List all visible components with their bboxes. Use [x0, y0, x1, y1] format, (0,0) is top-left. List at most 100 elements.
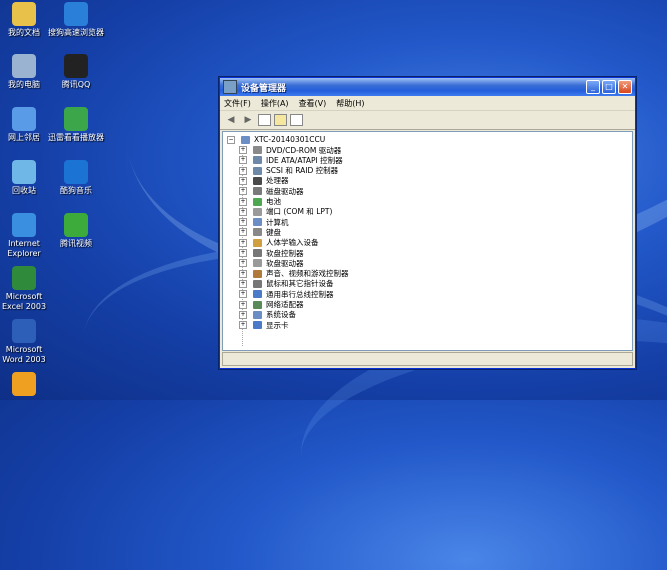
app-icon: [12, 160, 36, 184]
toolbar: ◀ ▶: [220, 111, 635, 130]
expand-icon[interactable]: +: [239, 218, 247, 227]
desktop-icon[interactable]: Microsoft Excel 2003: [0, 266, 52, 312]
desktop-icon[interactable]: 回收站: [0, 160, 52, 196]
device-icon: [253, 238, 262, 247]
expand-icon[interactable]: +: [239, 176, 247, 185]
device-category[interactable]: + 通用串行总线控制器: [239, 289, 334, 299]
expand-icon[interactable]: +: [239, 146, 247, 154]
back-icon[interactable]: ◀: [224, 114, 238, 126]
app-icon: [12, 54, 36, 78]
expand-icon[interactable]: +: [239, 310, 247, 319]
desktop-icon[interactable]: [0, 372, 52, 398]
device-category[interactable]: + 电池: [239, 197, 281, 207]
forward-icon[interactable]: ▶: [241, 114, 255, 126]
device-category[interactable]: + 处理器: [239, 176, 289, 186]
maximize-button[interactable]: □: [602, 80, 616, 94]
close-button[interactable]: ✕: [618, 80, 632, 94]
device-category[interactable]: + 键盘: [239, 227, 281, 237]
device-category[interactable]: + IDE ATA/ATAPI 控制器: [239, 155, 343, 165]
expand-icon[interactable]: +: [239, 238, 247, 247]
expand-icon[interactable]: +: [239, 259, 247, 268]
desktop-icon[interactable]: 我的电脑: [0, 54, 52, 90]
device-category[interactable]: + 网络适配器: [239, 300, 304, 310]
device-category[interactable]: + 人体学输入设备: [239, 238, 319, 248]
desktop-icon[interactable]: Internet Explorer: [0, 213, 52, 259]
desktop-icon[interactable]: 酷狗音乐: [48, 160, 104, 196]
desktop-icon-label: Microsoft Word 2003: [2, 345, 46, 364]
device-icon: [253, 218, 262, 227]
app-icon: [12, 266, 36, 290]
expand-icon[interactable]: +: [239, 290, 247, 299]
menu-help[interactable]: 帮助(H): [336, 98, 364, 109]
device-icon: [253, 269, 262, 278]
device-category[interactable]: + 系统设备: [239, 310, 296, 320]
root-label: XTC-20140301CCU: [254, 135, 326, 144]
device-category[interactable]: + 鼠标和其它指针设备: [239, 279, 334, 289]
device-icon: [253, 156, 262, 165]
device-category[interactable]: + DVD/CD-ROM 驱动器: [239, 145, 341, 155]
device-category[interactable]: + 显示卡: [239, 320, 289, 330]
expand-icon[interactable]: +: [239, 279, 247, 288]
device-category[interactable]: + 软盘控制器: [239, 248, 304, 258]
app-icon: [12, 372, 36, 396]
desktop-icon-label: Internet Explorer: [7, 239, 41, 258]
device-icon: [253, 228, 262, 237]
device-icon: [253, 197, 262, 206]
device-icon: [253, 279, 262, 288]
menu-action[interactable]: 操作(A): [261, 98, 289, 109]
desktop-icon[interactable]: 腾讯QQ: [48, 54, 104, 90]
device-icon: [253, 310, 262, 319]
app-icon: [64, 2, 88, 26]
desktop-icon[interactable]: Microsoft Word 2003: [0, 319, 52, 365]
expand-icon[interactable]: +: [239, 269, 247, 278]
device-category[interactable]: + 软盘驱动器: [239, 258, 304, 268]
app-icon: [12, 213, 36, 237]
app-icon: [64, 107, 88, 131]
expand-icon[interactable]: +: [239, 249, 247, 257]
title-bar[interactable]: 设备管理器 _ □ ✕: [220, 78, 635, 96]
desktop-icon-label: 我的电脑: [8, 80, 40, 89]
desktop-icon[interactable]: 搜狗高速浏览器: [48, 2, 104, 38]
device-category-label: 显示卡: [266, 320, 289, 330]
collapse-icon[interactable]: −: [227, 135, 235, 144]
desktop-icon-label: 腾讯视频: [60, 239, 92, 248]
device-category[interactable]: + 声音、视频和游戏控制器: [239, 269, 349, 279]
device-category[interactable]: + 计算机: [239, 217, 289, 227]
device-icon: [253, 176, 262, 185]
device-category[interactable]: + SCSI 和 RAID 控制器: [239, 166, 338, 176]
app-icon: [12, 2, 36, 26]
device-category[interactable]: + 磁盘驱动器: [239, 186, 304, 196]
device-icon: [253, 321, 262, 330]
app-icon: [64, 54, 88, 78]
device-icon: [253, 187, 262, 196]
desktop-icon[interactable]: 迅雷看看播放器: [48, 107, 104, 143]
expand-icon[interactable]: +: [239, 197, 247, 206]
desktop-icon[interactable]: 腾讯视频: [48, 213, 104, 249]
tree-root[interactable]: − XTC-20140301CCU: [227, 135, 325, 144]
desktop-icon-label: 搜狗高速浏览器: [48, 28, 104, 37]
expand-icon[interactable]: +: [239, 187, 247, 196]
expand-icon[interactable]: +: [239, 300, 247, 309]
device-manager-window[interactable]: 设备管理器 _ □ ✕ 文件(F) 操作(A) 查看(V) 帮助(H) ◀ ▶ …: [219, 77, 636, 369]
expand-icon[interactable]: +: [239, 321, 247, 330]
menu-file[interactable]: 文件(F): [224, 98, 251, 109]
device-tree[interactable]: − XTC-20140301CCU + DVD/CD-ROM 驱动器 + IDE AT…: [222, 131, 633, 351]
desktop-icon-label: 腾讯QQ: [61, 80, 91, 89]
expand-icon[interactable]: +: [239, 156, 247, 165]
device-category[interactable]: + 端口 (COM 和 LPT): [239, 207, 332, 217]
minimize-button[interactable]: _: [586, 80, 600, 94]
desktop-icon[interactable]: 网上邻居: [0, 107, 52, 143]
device-manager-icon: [223, 80, 237, 94]
expand-icon[interactable]: +: [239, 207, 247, 216]
app-icon: [12, 319, 36, 343]
menu-view[interactable]: 查看(V): [299, 98, 327, 109]
properties-icon[interactable]: [274, 114, 287, 126]
grid-icon[interactable]: [258, 114, 271, 126]
desktop-icon-label: 回收站: [12, 186, 36, 195]
desktop-icon[interactable]: 我的文档: [0, 2, 52, 38]
expand-icon[interactable]: +: [239, 228, 247, 237]
help-icon[interactable]: [290, 114, 303, 126]
device-icon: [253, 249, 262, 257]
expand-icon[interactable]: +: [239, 166, 247, 175]
desktop-icon-label: Microsoft Excel 2003: [1, 292, 47, 311]
